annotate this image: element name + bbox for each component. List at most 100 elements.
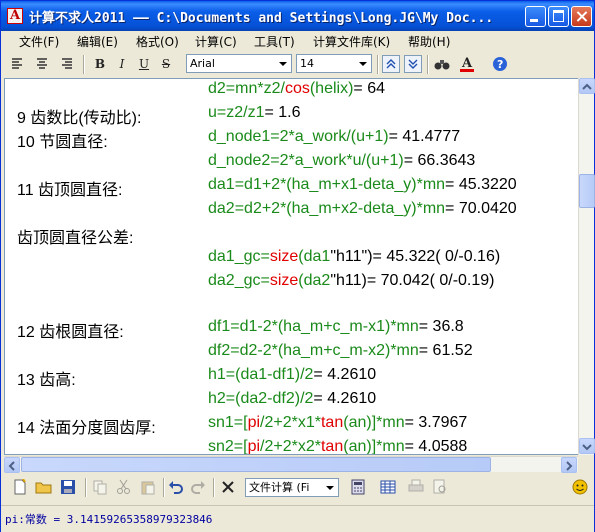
undo-icon[interactable]	[167, 478, 185, 496]
menu-tools[interactable]: 工具(T)	[254, 33, 295, 50]
align-left-icon[interactable]	[9, 55, 27, 73]
font-color-icon[interactable]: A	[458, 55, 476, 73]
formula-line[interactable]: da1_gc=size(da1"h11")= 45.322( 0/-0.16)	[208, 248, 500, 266]
cut-icon[interactable]	[115, 478, 133, 496]
formula-line[interactable]: u=z2/z1= 1.6	[208, 104, 301, 122]
paste-icon[interactable]	[139, 478, 157, 496]
toolbar-separator	[85, 478, 87, 497]
formula-token: /2+2*x2*	[260, 438, 321, 455]
formula-line[interactable]: da2_gc=size(da2"h11)= 70.042( 0/-0.19)	[208, 272, 494, 290]
move-up-icon[interactable]	[382, 55, 400, 73]
formula-token: sn1=[	[208, 414, 248, 431]
formula-token: h1=(da1-df1)/2	[208, 366, 314, 383]
close-button[interactable]	[571, 6, 592, 27]
result-token: = 61.52	[418, 342, 473, 359]
formula-line[interactable]: da1=d1+2*(ha_m+x1-deta_y)*mn= 45.3220	[208, 176, 517, 194]
result-token: = 64	[353, 80, 385, 97]
horizontal-scroll-thumb[interactable]	[21, 457, 491, 472]
function-token: cos	[284, 80, 310, 97]
copy-icon[interactable]	[91, 478, 109, 496]
font-size-select[interactable]: 14	[296, 54, 372, 73]
scroll-right-button[interactable]	[561, 457, 577, 473]
align-right-icon[interactable]	[57, 55, 75, 73]
formula-line[interactable]: h1=(da1-df1)/2= 4.2610	[208, 366, 376, 384]
formula-line[interactable]: df1=d1-2*(ha_m+c_m-x1)*mn= 36.8	[208, 318, 464, 336]
formula-token: d2=mn*z2/	[208, 80, 285, 97]
calc-mode-select[interactable]: 文件计算 (Fi	[245, 478, 339, 497]
help-icon[interactable]: ?	[491, 55, 509, 73]
formula-token: d_node1=2*a_work/(u+1)	[208, 128, 389, 145]
menu-calculate[interactable]: 计算(C)	[195, 33, 237, 50]
function-token: pi	[247, 438, 261, 455]
scroll-up-button[interactable]	[579, 78, 595, 94]
formula-token: (da2	[298, 272, 331, 289]
menu-file[interactable]: 文件(F)	[19, 33, 59, 50]
scroll-down-button[interactable]	[579, 438, 595, 454]
formula-token: (an)]*mn	[343, 438, 405, 455]
title-bar[interactable]: 计算不求人2011 —— C:\Documents and Settings\L…	[1, 1, 594, 31]
vertical-scroll-thumb[interactable]	[579, 174, 595, 208]
formula-line[interactable]: df2=d2-2*(ha_m+c_m-x2)*mn= 61.52	[208, 342, 473, 360]
table-icon[interactable]	[379, 478, 397, 496]
print-icon[interactable]	[407, 478, 425, 496]
toolbar-separator	[427, 55, 429, 74]
move-down-icon[interactable]	[404, 55, 422, 73]
maximize-button[interactable]	[548, 6, 569, 27]
formula-token: da2=d2+2*(ha_m+x2-deta_y)*mn	[208, 200, 446, 217]
print-preview-icon[interactable]	[431, 478, 449, 496]
app-icon[interactable]	[7, 8, 23, 24]
line-label: 14 法面分度圆齿厚:	[17, 420, 156, 437]
font-name-select[interactable]: Arial	[186, 54, 292, 73]
formula-line[interactable]: d_node2=2*a_work*u/(u+1)= 66.3643	[208, 152, 475, 170]
open-folder-icon[interactable]	[35, 478, 53, 496]
toolbar-separator	[163, 478, 165, 497]
result-token: = 3.7967	[404, 414, 468, 431]
italic-button[interactable]: I	[113, 55, 131, 73]
line-label: 齿顶圆直径公差:	[17, 230, 134, 247]
formula-line[interactable]: d2=mn*z2/cos(helix)= 64	[208, 80, 385, 98]
horizontal-scrollbar[interactable]	[4, 456, 578, 473]
line-label: 10 节圆直径:	[17, 134, 108, 151]
app-window: 计算不求人2011 —— C:\Documents and Settings\L…	[0, 0, 595, 532]
save-icon[interactable]	[59, 478, 77, 496]
find-icon[interactable]	[433, 55, 451, 73]
strikethrough-button[interactable]: S	[157, 55, 175, 73]
result-token: = 66.3643	[403, 152, 476, 169]
scroll-left-button[interactable]	[4, 457, 20, 473]
line-label: 9 齿数比(传动比):	[17, 110, 142, 127]
formula-line[interactable]: sn2=[pi/2+2*x2*tan(an)]*mn= 4.0588	[208, 438, 468, 455]
calc-editor[interactable]: d2=mn*z2/cos(helix)= 64 9 齿数比(传动比): u=z2/z…	[4, 78, 579, 455]
menu-edit[interactable]: 编辑(E)	[77, 33, 118, 50]
result-token: = 4.0588	[404, 438, 468, 455]
bold-button[interactable]: B	[91, 55, 109, 73]
line-label: 12 齿根圆直径:	[17, 324, 124, 341]
align-center-icon[interactable]	[33, 55, 51, 73]
menu-calc-library[interactable]: 计算文件库(K)	[313, 33, 390, 50]
formula-line[interactable]: d_node1=2*a_work/(u+1)= 41.4777	[208, 128, 460, 146]
line-label: 11 齿顶圆直径:	[17, 182, 123, 199]
calculator-icon[interactable]	[349, 478, 367, 496]
formula-line[interactable]: da2=d2+2*(ha_m+x2-deta_y)*mn= 70.0420	[208, 200, 517, 218]
redo-icon[interactable]	[189, 478, 207, 496]
underline-button[interactable]: U	[135, 55, 153, 73]
result-token: = 70.042( 0/-0.19)	[366, 272, 495, 289]
result-token: = 41.4777	[388, 128, 461, 145]
formula-line[interactable]: sn1=[pi/2+2*x1*tan(an)]*mn= 3.7967	[208, 414, 467, 432]
svg-text:A: A	[461, 56, 473, 71]
status-bar: pi:常数 = 3.14159265358979323846	[1, 505, 594, 532]
chevron-down-icon[interactable]	[275, 56, 290, 71]
formula-line[interactable]: h2=(da2-df2)/2= 4.2610	[208, 390, 376, 408]
chevron-down-icon[interactable]	[355, 56, 370, 71]
menu-format[interactable]: 格式(O)	[136, 33, 179, 50]
result-token: = 4.2610	[313, 366, 377, 383]
vertical-scrollbar[interactable]	[578, 78, 595, 455]
menu-help[interactable]: 帮助(H)	[408, 33, 450, 50]
font-name-value: Arial	[190, 57, 215, 70]
line-label: 13 齿高:	[17, 372, 76, 389]
chevron-down-icon[interactable]	[322, 480, 337, 495]
main-toolbar: 文件计算 (Fi	[3, 475, 592, 501]
clear-icon[interactable]	[219, 478, 237, 496]
new-file-icon[interactable]	[11, 478, 29, 496]
assistant-icon[interactable]	[571, 478, 589, 496]
minimize-button[interactable]	[525, 6, 546, 27]
